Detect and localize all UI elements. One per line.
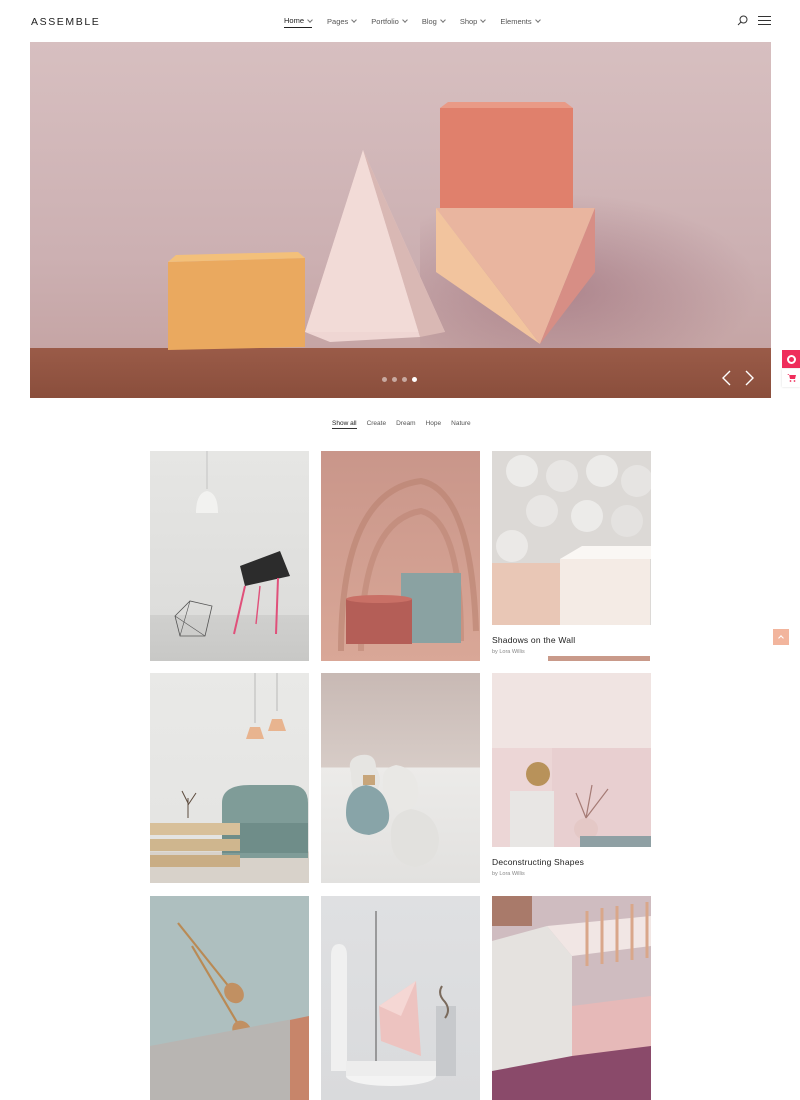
portfolio-item-geometric-stairs[interactable]	[492, 896, 651, 1100]
portfolio-image	[174, 451, 290, 637]
portfolio-image	[338, 477, 479, 652]
nav-label: Pages	[327, 16, 349, 26]
cart-glyph	[786, 374, 796, 382]
slider-dot[interactable]	[392, 377, 397, 382]
filter-hope[interactable]: Hope	[426, 420, 442, 429]
chevron-down-icon	[351, 17, 358, 23]
slider-dot-active[interactable]	[412, 377, 417, 382]
nav-item-portfolio[interactable]: Portfolio	[371, 16, 408, 28]
nav-label: Home	[284, 16, 305, 25]
portfolio-image	[331, 911, 456, 1086]
hamburger-menu-icon[interactable]	[758, 16, 771, 26]
portfolio-item-lamp-chair[interactable]	[150, 451, 309, 661]
ring-shape	[786, 354, 796, 364]
portfolio-item-pink-arches[interactable]	[321, 451, 480, 661]
nav-label: Blog	[421, 16, 437, 26]
portfolio-item-sculpture[interactable]	[321, 896, 480, 1100]
filter-create[interactable]: Create	[367, 420, 387, 429]
nav-item-pages[interactable]: Pages	[327, 16, 358, 28]
portfolio-title[interactable]: Shadows on the Wall	[492, 635, 575, 645]
portfolio-item-deconstructing-shapes[interactable]	[492, 673, 651, 847]
portfolio-image	[346, 754, 439, 867]
slider-dots	[382, 377, 417, 382]
chevron-right-icon[interactable]	[742, 369, 756, 387]
portfolio-image	[492, 896, 651, 1100]
portfolio-image	[492, 748, 651, 847]
portfolio-image	[150, 673, 308, 867]
filter-nature[interactable]: Nature	[451, 420, 471, 429]
hero-image	[168, 102, 595, 350]
slider-dot[interactable]	[402, 377, 407, 382]
chevron-down-icon	[401, 17, 408, 23]
cart-icon[interactable]	[782, 369, 800, 387]
portfolio-author: by Lora Willis	[492, 871, 525, 877]
search-icon[interactable]	[737, 15, 748, 26]
nav-label: Portfolio	[371, 16, 399, 26]
portfolio-filters: Show all Create Dream Hope Nature	[332, 420, 481, 429]
portfolio-image	[492, 455, 651, 625]
slider-dot[interactable]	[382, 377, 387, 382]
chevron-down-icon	[480, 17, 487, 23]
portfolio-image	[150, 922, 309, 1100]
filter-show-all[interactable]: Show all	[332, 420, 357, 429]
portfolio-title[interactable]: Deconstructing Shapes	[492, 857, 584, 867]
chevron-left-icon[interactable]	[720, 369, 734, 387]
chevron-down-icon	[534, 17, 541, 23]
nav-item-home[interactable]: Home	[284, 16, 313, 28]
nav-label: Elements	[500, 16, 532, 26]
nav-item-elements[interactable]: Elements	[500, 16, 541, 28]
portfolio-author: by Lora Willis	[492, 649, 525, 655]
nav-item-blog[interactable]: Blog	[421, 16, 446, 28]
portfolio-item-vases[interactable]	[321, 673, 480, 883]
site-header: ASSEMBLE Home Pages Portfolio Blog Shop …	[0, 0, 800, 42]
arrow-up-icon[interactable]	[773, 629, 789, 645]
nav-item-shop[interactable]: Shop	[459, 16, 487, 28]
image-strip	[548, 656, 650, 661]
main-nav: Home Pages Portfolio Blog Shop Elements	[284, 16, 555, 28]
portfolio-item-shadows-on-the-wall[interactable]	[492, 451, 651, 625]
filter-dream[interactable]: Dream	[396, 420, 416, 429]
ring-icon[interactable]	[782, 350, 800, 368]
hero-slider[interactable]	[30, 42, 771, 398]
nav-label: Shop	[459, 16, 478, 26]
site-logo[interactable]: ASSEMBLE	[31, 16, 100, 28]
portfolio-item-spoons[interactable]	[150, 896, 309, 1100]
chevron-down-icon	[439, 17, 446, 23]
portfolio-item-armchair[interactable]	[150, 673, 309, 883]
chevron-down-icon	[307, 16, 313, 23]
